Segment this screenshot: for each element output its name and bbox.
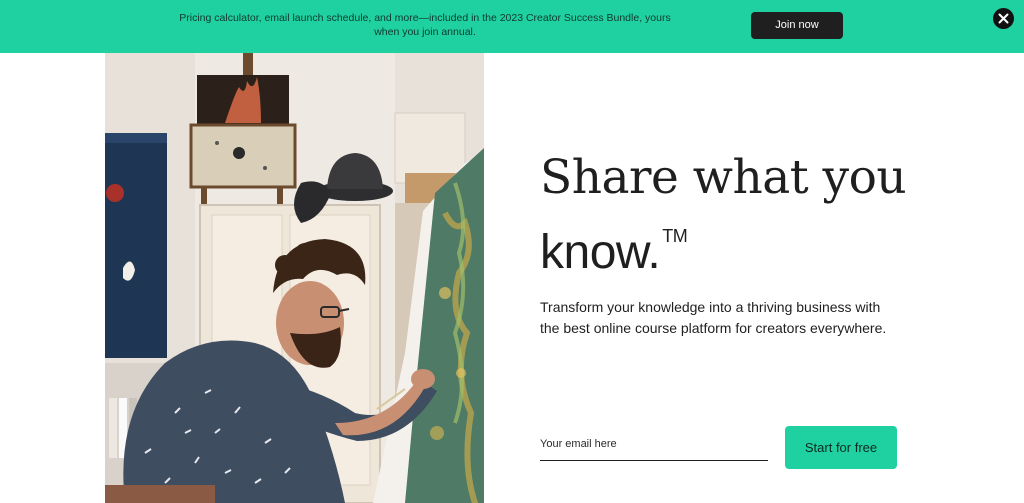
start-for-free-button[interactable]: Start for free xyxy=(785,426,897,469)
trademark-symbol: TM xyxy=(662,226,688,246)
hero-subheadline: Transform your knowledge into a thriving… xyxy=(540,299,887,336)
hero-photo xyxy=(105,53,484,503)
hero-headline: Share what you know. TM xyxy=(540,148,980,282)
artist-painting-photo xyxy=(105,53,484,503)
join-now-button[interactable]: Join now xyxy=(751,12,843,39)
headline-line-1: Share what you xyxy=(540,150,907,205)
email-input[interactable] xyxy=(540,428,768,460)
email-field-wrapper xyxy=(540,428,768,461)
promo-banner-text: Pricing calculator, email launch schedul… xyxy=(179,12,671,38)
headline-line-2: know. xyxy=(540,226,661,279)
promo-banner: Pricing calculator, email launch schedul… xyxy=(0,0,1024,53)
close-banner-button[interactable] xyxy=(993,8,1014,29)
close-icon xyxy=(998,13,1009,24)
